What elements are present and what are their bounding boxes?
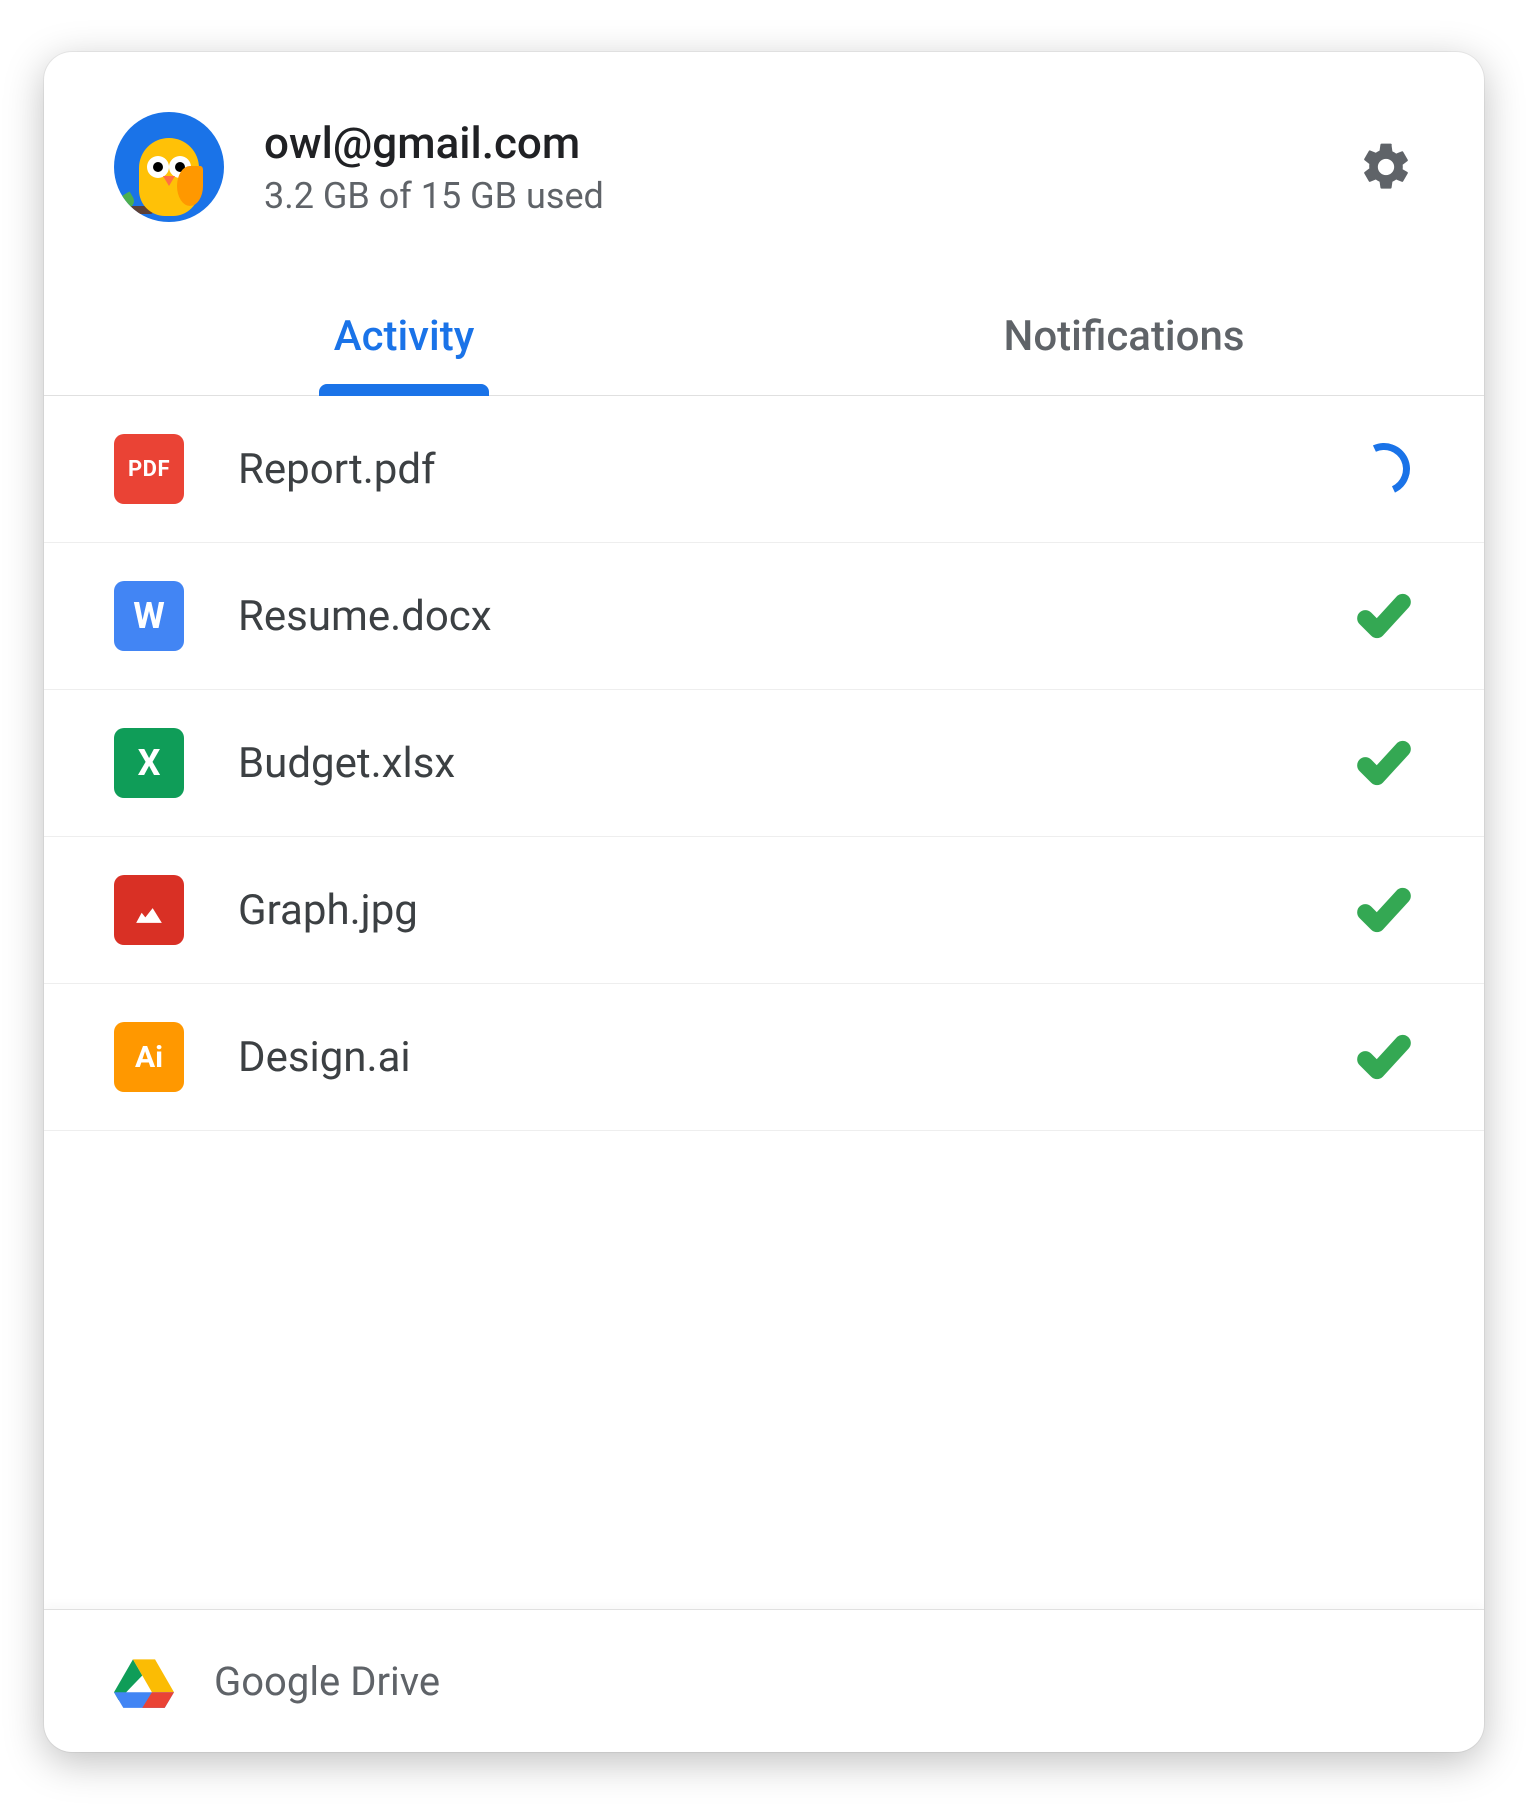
tab-label: Activity [334,312,475,361]
file-list: PDF Report.pdf W Resume.docx X Budget.xl… [44,396,1484,1609]
status-done [1354,586,1414,646]
file-name: Report.pdf [238,445,1300,494]
illustrator-icon: Ai [114,1022,184,1092]
header: owl@gmail.com 3.2 GB of 15 GB used [44,52,1484,242]
avatar[interactable] [114,112,224,222]
file-row[interactable]: Ai Design.ai [44,984,1484,1131]
storage-usage: 3.2 GB of 15 GB used [264,175,1318,217]
tab-notifications[interactable]: Notifications [764,282,1484,395]
check-icon [1356,1029,1412,1085]
file-row[interactable]: W Resume.docx [44,543,1484,690]
file-row[interactable]: PDF Report.pdf [44,396,1484,543]
account-email: owl@gmail.com [264,117,1318,169]
file-name: Graph.jpg [238,886,1300,935]
status-done [1354,733,1414,793]
status-uploading [1354,439,1414,499]
check-icon [1356,735,1412,791]
check-icon [1356,882,1412,938]
spinner-icon [1351,436,1418,503]
google-drive-icon [114,1654,174,1708]
footer-label: Google Drive [214,1658,440,1705]
file-name: Design.ai [238,1033,1300,1082]
status-done [1354,1027,1414,1087]
footer: Google Drive [44,1609,1484,1752]
tabs: Activity Notifications [44,282,1484,396]
file-row[interactable]: X Budget.xlsx [44,690,1484,837]
check-icon [1356,588,1412,644]
tab-label: Notifications [1004,312,1245,361]
settings-button[interactable] [1358,139,1414,195]
drive-panel: owl@gmail.com 3.2 GB of 15 GB used Activ… [44,52,1484,1752]
excel-icon: X [114,728,184,798]
tab-activity[interactable]: Activity [44,282,764,395]
file-name: Budget.xlsx [238,739,1300,788]
pdf-icon: PDF [114,434,184,504]
status-done [1354,880,1414,940]
word-icon: W [114,581,184,651]
account-info: owl@gmail.com 3.2 GB of 15 GB used [264,117,1318,217]
file-name: Resume.docx [238,592,1300,641]
image-icon [114,875,184,945]
gear-icon [1358,139,1414,195]
file-row[interactable]: Graph.jpg [44,837,1484,984]
